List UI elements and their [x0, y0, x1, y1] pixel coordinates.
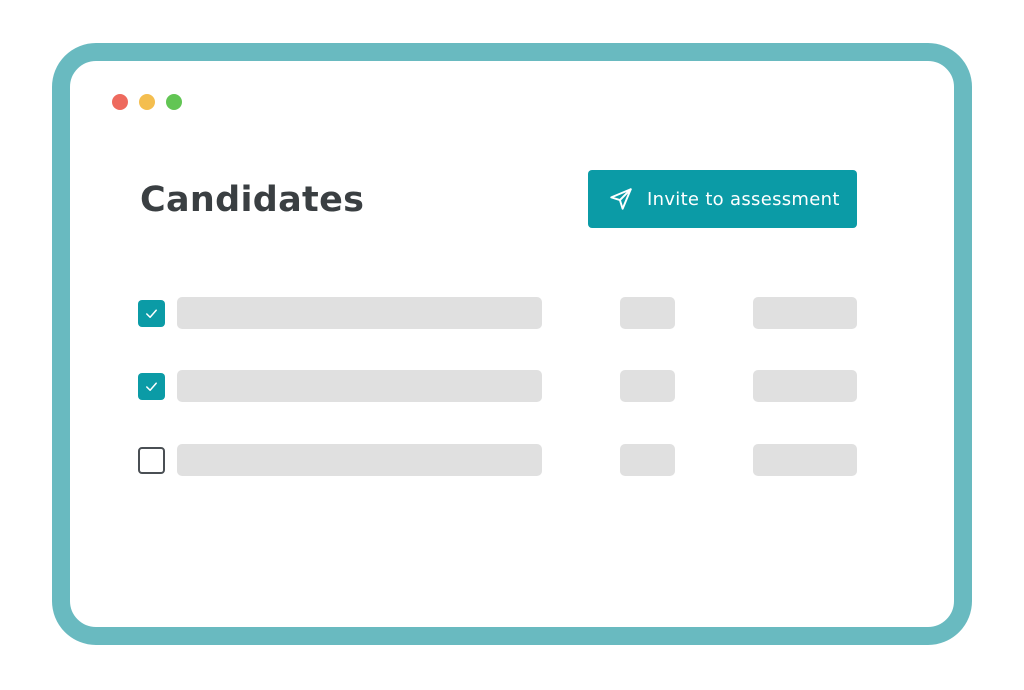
- checkmark-icon: [146, 382, 157, 391]
- send-icon: [610, 188, 632, 210]
- candidate-name-placeholder: [177, 370, 542, 402]
- candidate-score-placeholder: [620, 370, 675, 402]
- candidate-row: [138, 444, 858, 476]
- candidate-status-placeholder: [753, 297, 857, 329]
- window-controls: [112, 94, 182, 110]
- candidate-status-placeholder: [753, 444, 857, 476]
- invite-button-label: Invite to assessment: [647, 188, 840, 210]
- candidate-row: [138, 370, 858, 402]
- row-checkbox[interactable]: [138, 373, 165, 400]
- candidate-name-placeholder: [177, 444, 542, 476]
- minimize-dot-icon[interactable]: [139, 94, 155, 110]
- candidate-status-placeholder: [753, 370, 857, 402]
- candidate-name-placeholder: [177, 297, 542, 329]
- candidate-row: [138, 297, 858, 329]
- maximize-dot-icon[interactable]: [166, 94, 182, 110]
- candidate-score-placeholder: [620, 444, 675, 476]
- row-checkbox[interactable]: [138, 300, 165, 327]
- checkmark-icon: [146, 309, 157, 318]
- close-dot-icon[interactable]: [112, 94, 128, 110]
- row-checkbox[interactable]: [138, 447, 165, 474]
- app-window-frame: [52, 43, 972, 645]
- invite-to-assessment-button[interactable]: Invite to assessment: [588, 170, 857, 228]
- page-title: Candidates: [140, 180, 365, 220]
- candidate-score-placeholder: [620, 297, 675, 329]
